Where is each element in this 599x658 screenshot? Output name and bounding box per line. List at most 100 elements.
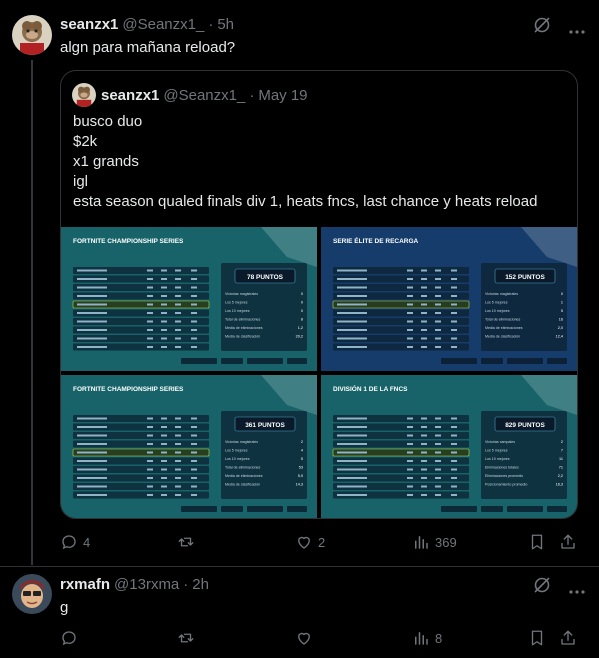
- row-cell-placeholder: [407, 460, 413, 462]
- author-avatar[interactable]: [12, 15, 52, 55]
- row-cell-placeholder: [407, 434, 413, 437]
- share-button[interactable]: [559, 533, 577, 551]
- more-options-icon[interactable]: [568, 22, 586, 40]
- stat-label: Eliminaciones totales: [485, 466, 519, 470]
- row-cell-placeholder: [421, 443, 427, 445]
- row-cell-placeholder: [407, 468, 413, 471]
- row-cell-placeholder: [451, 312, 457, 314]
- footer-button: [441, 506, 477, 512]
- row-cell-placeholder: [421, 337, 427, 340]
- stat-label: Los 5 mejores: [225, 301, 248, 305]
- author-name[interactable]: seanzx1: [60, 16, 118, 33]
- row-text-placeholder: [77, 451, 107, 454]
- quoted-text-line: x1 grands: [73, 153, 139, 170]
- row-text-placeholder: [337, 278, 367, 280]
- post-divider: [0, 566, 599, 567]
- row-cell-placeholder: [161, 494, 167, 496]
- tournament-screenshot-4[interactable]: DIVISIÓN 1 DE LA FNCS 829 PUNTOS Victorias…: [321, 375, 577, 518]
- row-text-placeholder: [337, 451, 367, 454]
- row-cell-placeholder: [451, 494, 457, 496]
- row-text-placeholder: [77, 417, 107, 420]
- tournament-screenshot-2[interactable]: SERIE ÉLITE DE RECARGA 152 PUNTOS Victoria…: [321, 227, 577, 371]
- row-text-placeholder: [337, 485, 367, 488]
- reply-time[interactable]: 2h: [192, 576, 209, 593]
- bookmark-button[interactable]: [529, 533, 545, 551]
- like-button[interactable]: 2: [295, 533, 325, 551]
- row-text-placeholder: [77, 269, 107, 272]
- views-button[interactable]: 369: [412, 533, 457, 551]
- screenshot-title: FORTNITE CHAMPIONSHIP SERIES: [73, 386, 184, 393]
- row-text-placeholder: [77, 494, 107, 496]
- post-time[interactable]: 5h: [217, 16, 234, 33]
- row-cell-placeholder: [435, 485, 441, 488]
- more-options-icon[interactable]: [568, 582, 586, 600]
- stat-label: Media de clasificación: [225, 483, 260, 487]
- bookmark-button[interactable]: [529, 629, 545, 647]
- footer-button: [507, 358, 543, 364]
- row-text-placeholder: [337, 320, 367, 323]
- reply-actions: 8: [60, 628, 578, 648]
- row-text-placeholder: [337, 468, 367, 471]
- quoted-post[interactable]: seanzx1 @Seanzx1_ · May 19 busco duo $2k…: [60, 70, 578, 519]
- row-text-placeholder: [337, 286, 367, 289]
- reply-author-avatar[interactable]: [12, 574, 52, 614]
- quoted-text-line: igl: [73, 173, 89, 190]
- repost-icon: [178, 633, 194, 643]
- row-cell-placeholder: [451, 329, 457, 331]
- row-text-placeholder: [77, 329, 107, 331]
- reply-author-handle[interactable]: @13rxma: [114, 576, 179, 593]
- row-cell-placeholder: [147, 303, 153, 306]
- repost-button[interactable]: [176, 533, 201, 551]
- row-text-placeholder: [77, 346, 107, 348]
- row-cell-placeholder: [435, 329, 441, 331]
- separator-dot: ·: [208, 16, 214, 33]
- post-header: seanzx1 @Seanzx1_ · 5h: [60, 16, 234, 33]
- row-text-placeholder: [77, 278, 107, 280]
- row-cell-placeholder: [421, 485, 427, 488]
- row-cell-placeholder: [161, 451, 167, 454]
- like-count: 2: [318, 534, 326, 550]
- stat-value: 2,0: [558, 326, 563, 330]
- row-cell-placeholder: [175, 337, 181, 340]
- row-cell-placeholder: [435, 346, 441, 348]
- row-text-placeholder: [77, 303, 107, 306]
- row-cell-placeholder: [451, 286, 457, 289]
- row-cell-placeholder: [161, 286, 167, 289]
- tournament-screenshot-1[interactable]: FORTNITE CHAMPIONSHIP SERIES 78 PUNTOS Vic…: [61, 227, 317, 371]
- row-text-placeholder: [337, 426, 367, 428]
- grok-icon[interactable]: [533, 576, 551, 599]
- reply-button[interactable]: [60, 629, 83, 647]
- row-text-placeholder: [77, 477, 107, 479]
- tournament-screenshot-3[interactable]: FORTNITE CHAMPIONSHIP SERIES 361 PUNTOS Vi…: [61, 375, 317, 518]
- author-handle[interactable]: @Seanzx1_: [122, 16, 204, 33]
- row-cell-placeholder: [435, 451, 441, 454]
- like-button[interactable]: [295, 629, 318, 647]
- grok-icon[interactable]: [533, 16, 551, 39]
- row-cell-placeholder: [175, 346, 181, 348]
- row-text-placeholder: [77, 443, 107, 445]
- row-cell-placeholder: [161, 278, 167, 280]
- row-cell-placeholder: [407, 337, 413, 340]
- row-cell-placeholder: [175, 269, 181, 272]
- row-cell-placeholder: [435, 443, 441, 445]
- row-cell-placeholder: [147, 477, 153, 479]
- stat-value: 16: [559, 318, 563, 322]
- stat-label: Victorias magistrales: [225, 292, 258, 296]
- repost-button[interactable]: [176, 629, 201, 647]
- row-cell-placeholder: [421, 269, 427, 272]
- views-button[interactable]: 8: [412, 629, 442, 647]
- views-icon: [415, 536, 428, 549]
- row-cell-placeholder: [191, 434, 197, 437]
- reply-button[interactable]: 4: [60, 533, 90, 551]
- row-text-placeholder: [77, 460, 107, 462]
- row-cell-placeholder: [435, 312, 441, 314]
- share-button[interactable]: [559, 629, 577, 647]
- row-cell-placeholder: [435, 494, 441, 496]
- reply-author-name[interactable]: rxmafn: [60, 576, 110, 593]
- row-cell-placeholder: [421, 320, 427, 323]
- row-cell-placeholder: [191, 278, 197, 280]
- stat-label: Victorias magistrales: [225, 440, 258, 444]
- stat-value: 1,2: [298, 326, 303, 330]
- row-cell-placeholder: [147, 337, 153, 340]
- stat-value: 2: [561, 440, 563, 444]
